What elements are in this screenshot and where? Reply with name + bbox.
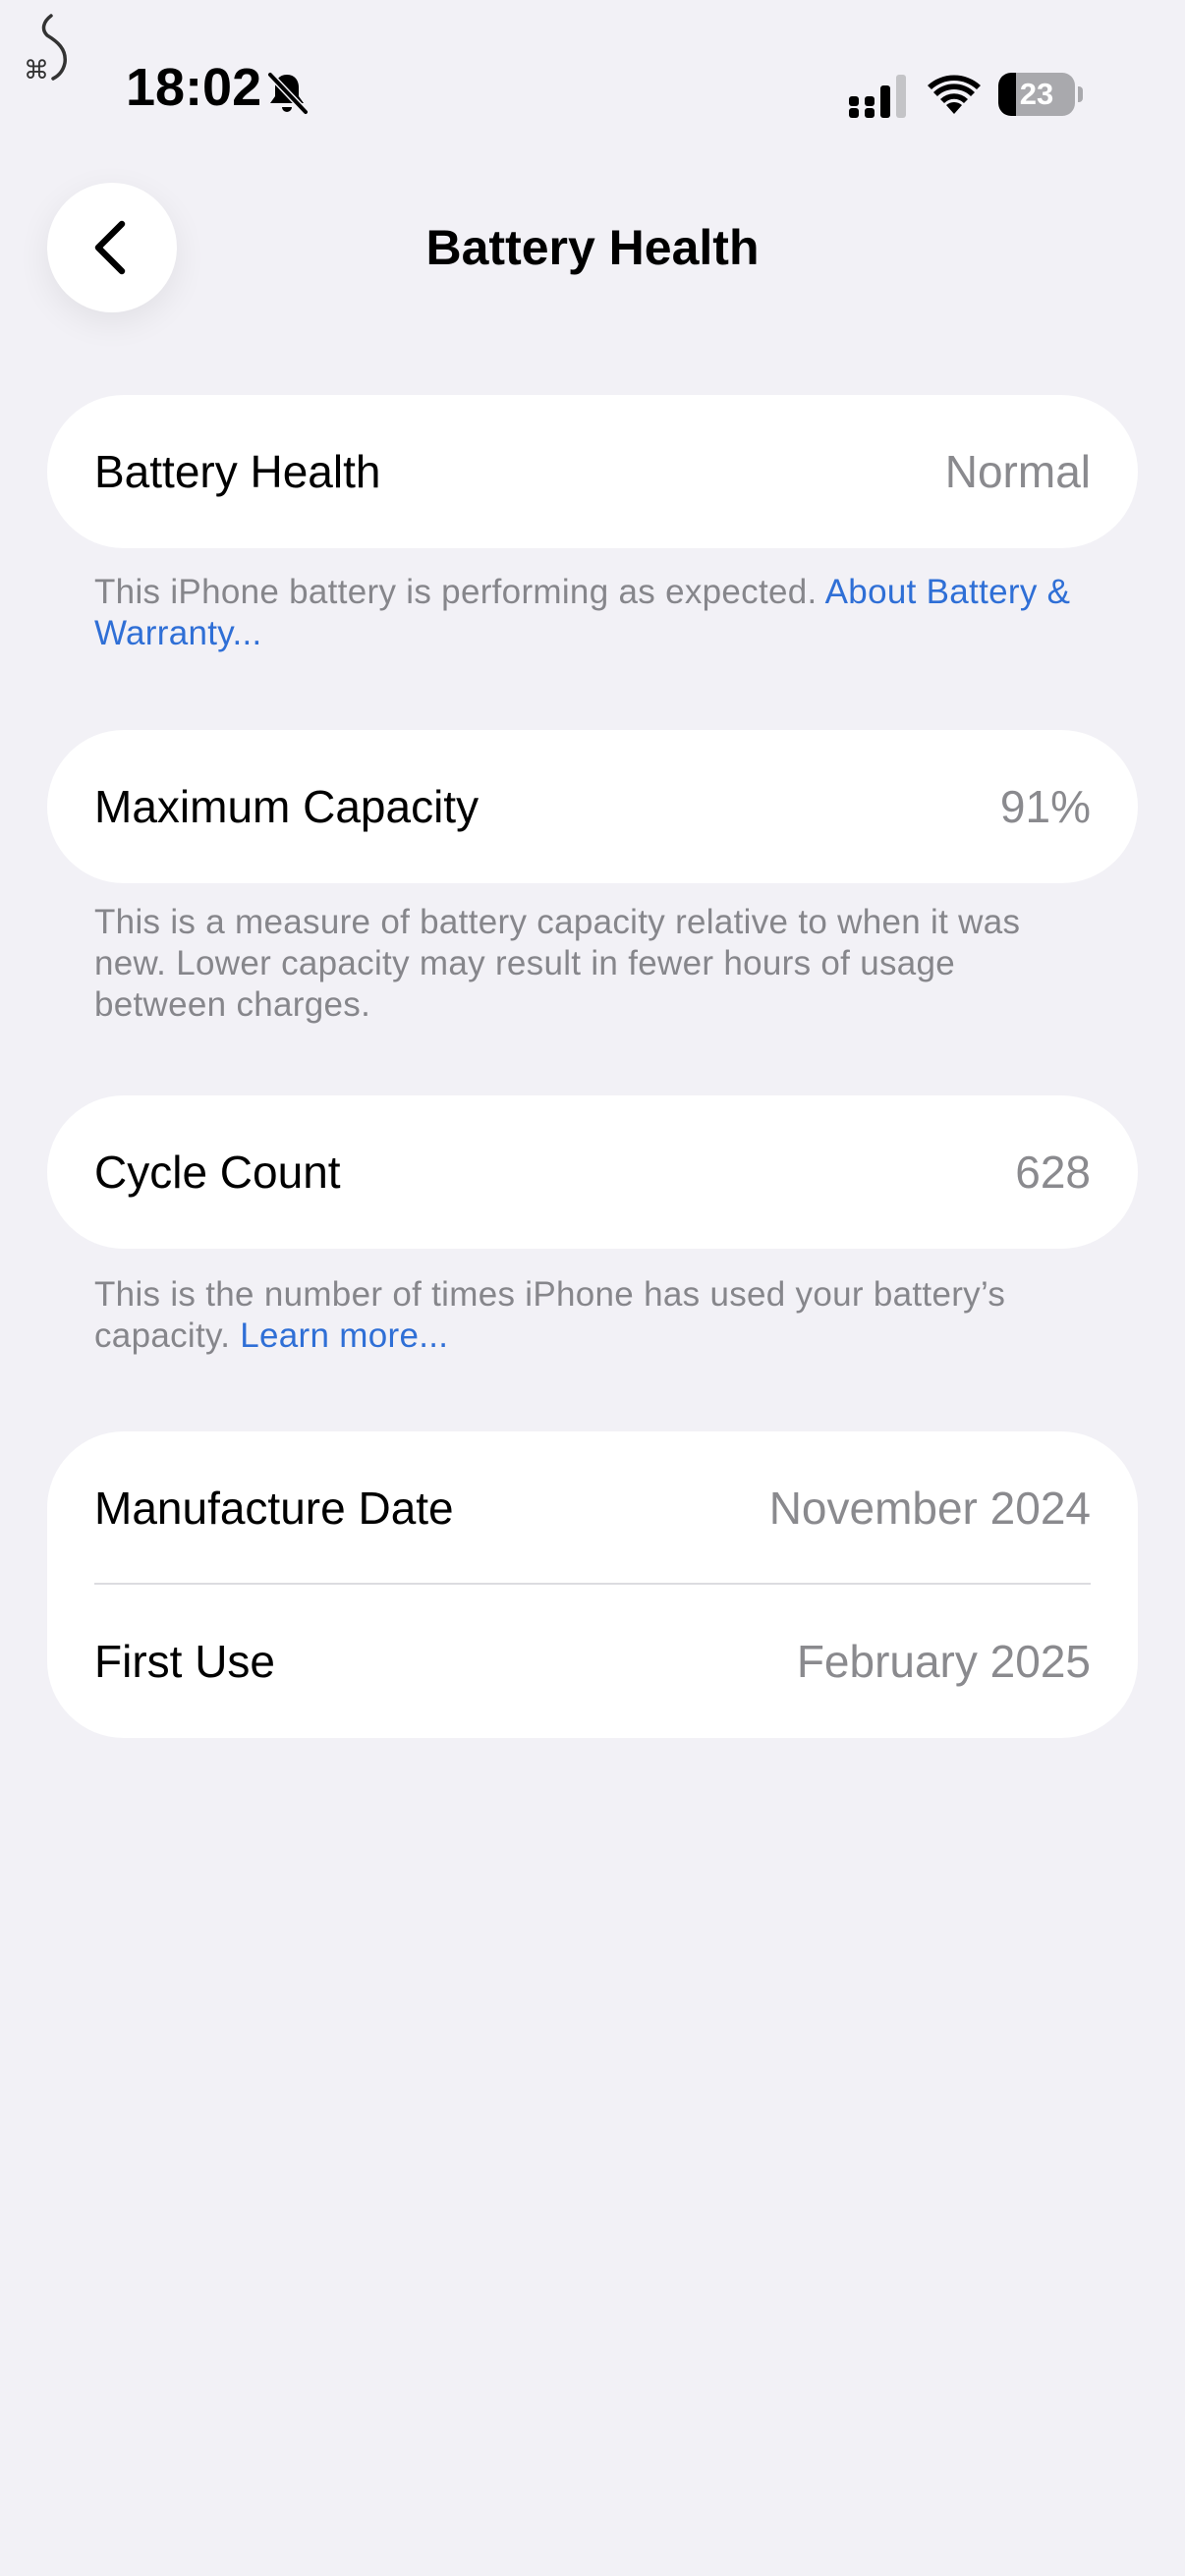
maximum-capacity-label: Maximum Capacity: [94, 781, 480, 832]
cellular-signal-icon: [849, 75, 906, 118]
battery-health-label: Battery Health: [94, 446, 381, 497]
maximum-capacity-row: Maximum Capacity 91%: [47, 730, 1138, 883]
maximum-capacity-card: Maximum Capacity 91%: [47, 730, 1138, 883]
cycle-count-footnote-text: This is the number of times iPhone has u…: [94, 1275, 1006, 1355]
manufacture-date-row: Manufacture Date November 2024: [47, 1431, 1138, 1585]
page-title: Battery Health: [425, 220, 760, 275]
cycle-count-row: Cycle Count 628: [47, 1095, 1138, 1249]
manufacture-date-value: November 2024: [768, 1483, 1091, 1534]
battery-health-row: Battery Health Normal: [47, 395, 1138, 548]
battery-health-footnote-text: This iPhone battery is performing as exp…: [94, 573, 825, 611]
maximum-capacity-value: 91%: [999, 781, 1091, 832]
first-use-row: First Use February 2025: [47, 1585, 1138, 1738]
battery-health-value: Normal: [944, 446, 1091, 497]
wifi-icon: [928, 75, 981, 114]
battery-tip: [1078, 86, 1083, 102]
battery-health-footnote: This iPhone battery is performing as exp…: [94, 572, 1097, 654]
svg-text:⌘: ⌘: [24, 56, 49, 81]
battery-icon: 23: [998, 73, 1083, 116]
manufacture-date-label: Manufacture Date: [94, 1483, 454, 1534]
status-time: 18:02: [126, 58, 262, 117]
first-use-value: February 2025: [796, 1636, 1091, 1687]
battery-level: 23: [1019, 77, 1054, 111]
bell-slash-icon: [266, 71, 309, 116]
battery-health-card: Battery Health Normal: [47, 395, 1138, 548]
first-use-label: First Use: [94, 1636, 275, 1687]
status-bar: ⌘ 18:02 23: [0, 0, 1185, 138]
maximum-capacity-footnote: This is a measure of battery capacity re…: [94, 903, 1021, 1024]
battery-dates-card: Manufacture Date November 2024 First Use…: [47, 1431, 1138, 1738]
cycle-count-value: 628: [1015, 1147, 1091, 1198]
corner-glyph-icon: ⌘: [24, 14, 67, 81]
cycle-count-label: Cycle Count: [94, 1147, 341, 1198]
battery-body: 23: [998, 73, 1075, 116]
cycle-count-card: Cycle Count 628: [47, 1095, 1138, 1249]
learn-more-link[interactable]: Learn more...: [240, 1316, 448, 1355]
cycle-count-footnote: This is the number of times iPhone has u…: [94, 1274, 1097, 1357]
